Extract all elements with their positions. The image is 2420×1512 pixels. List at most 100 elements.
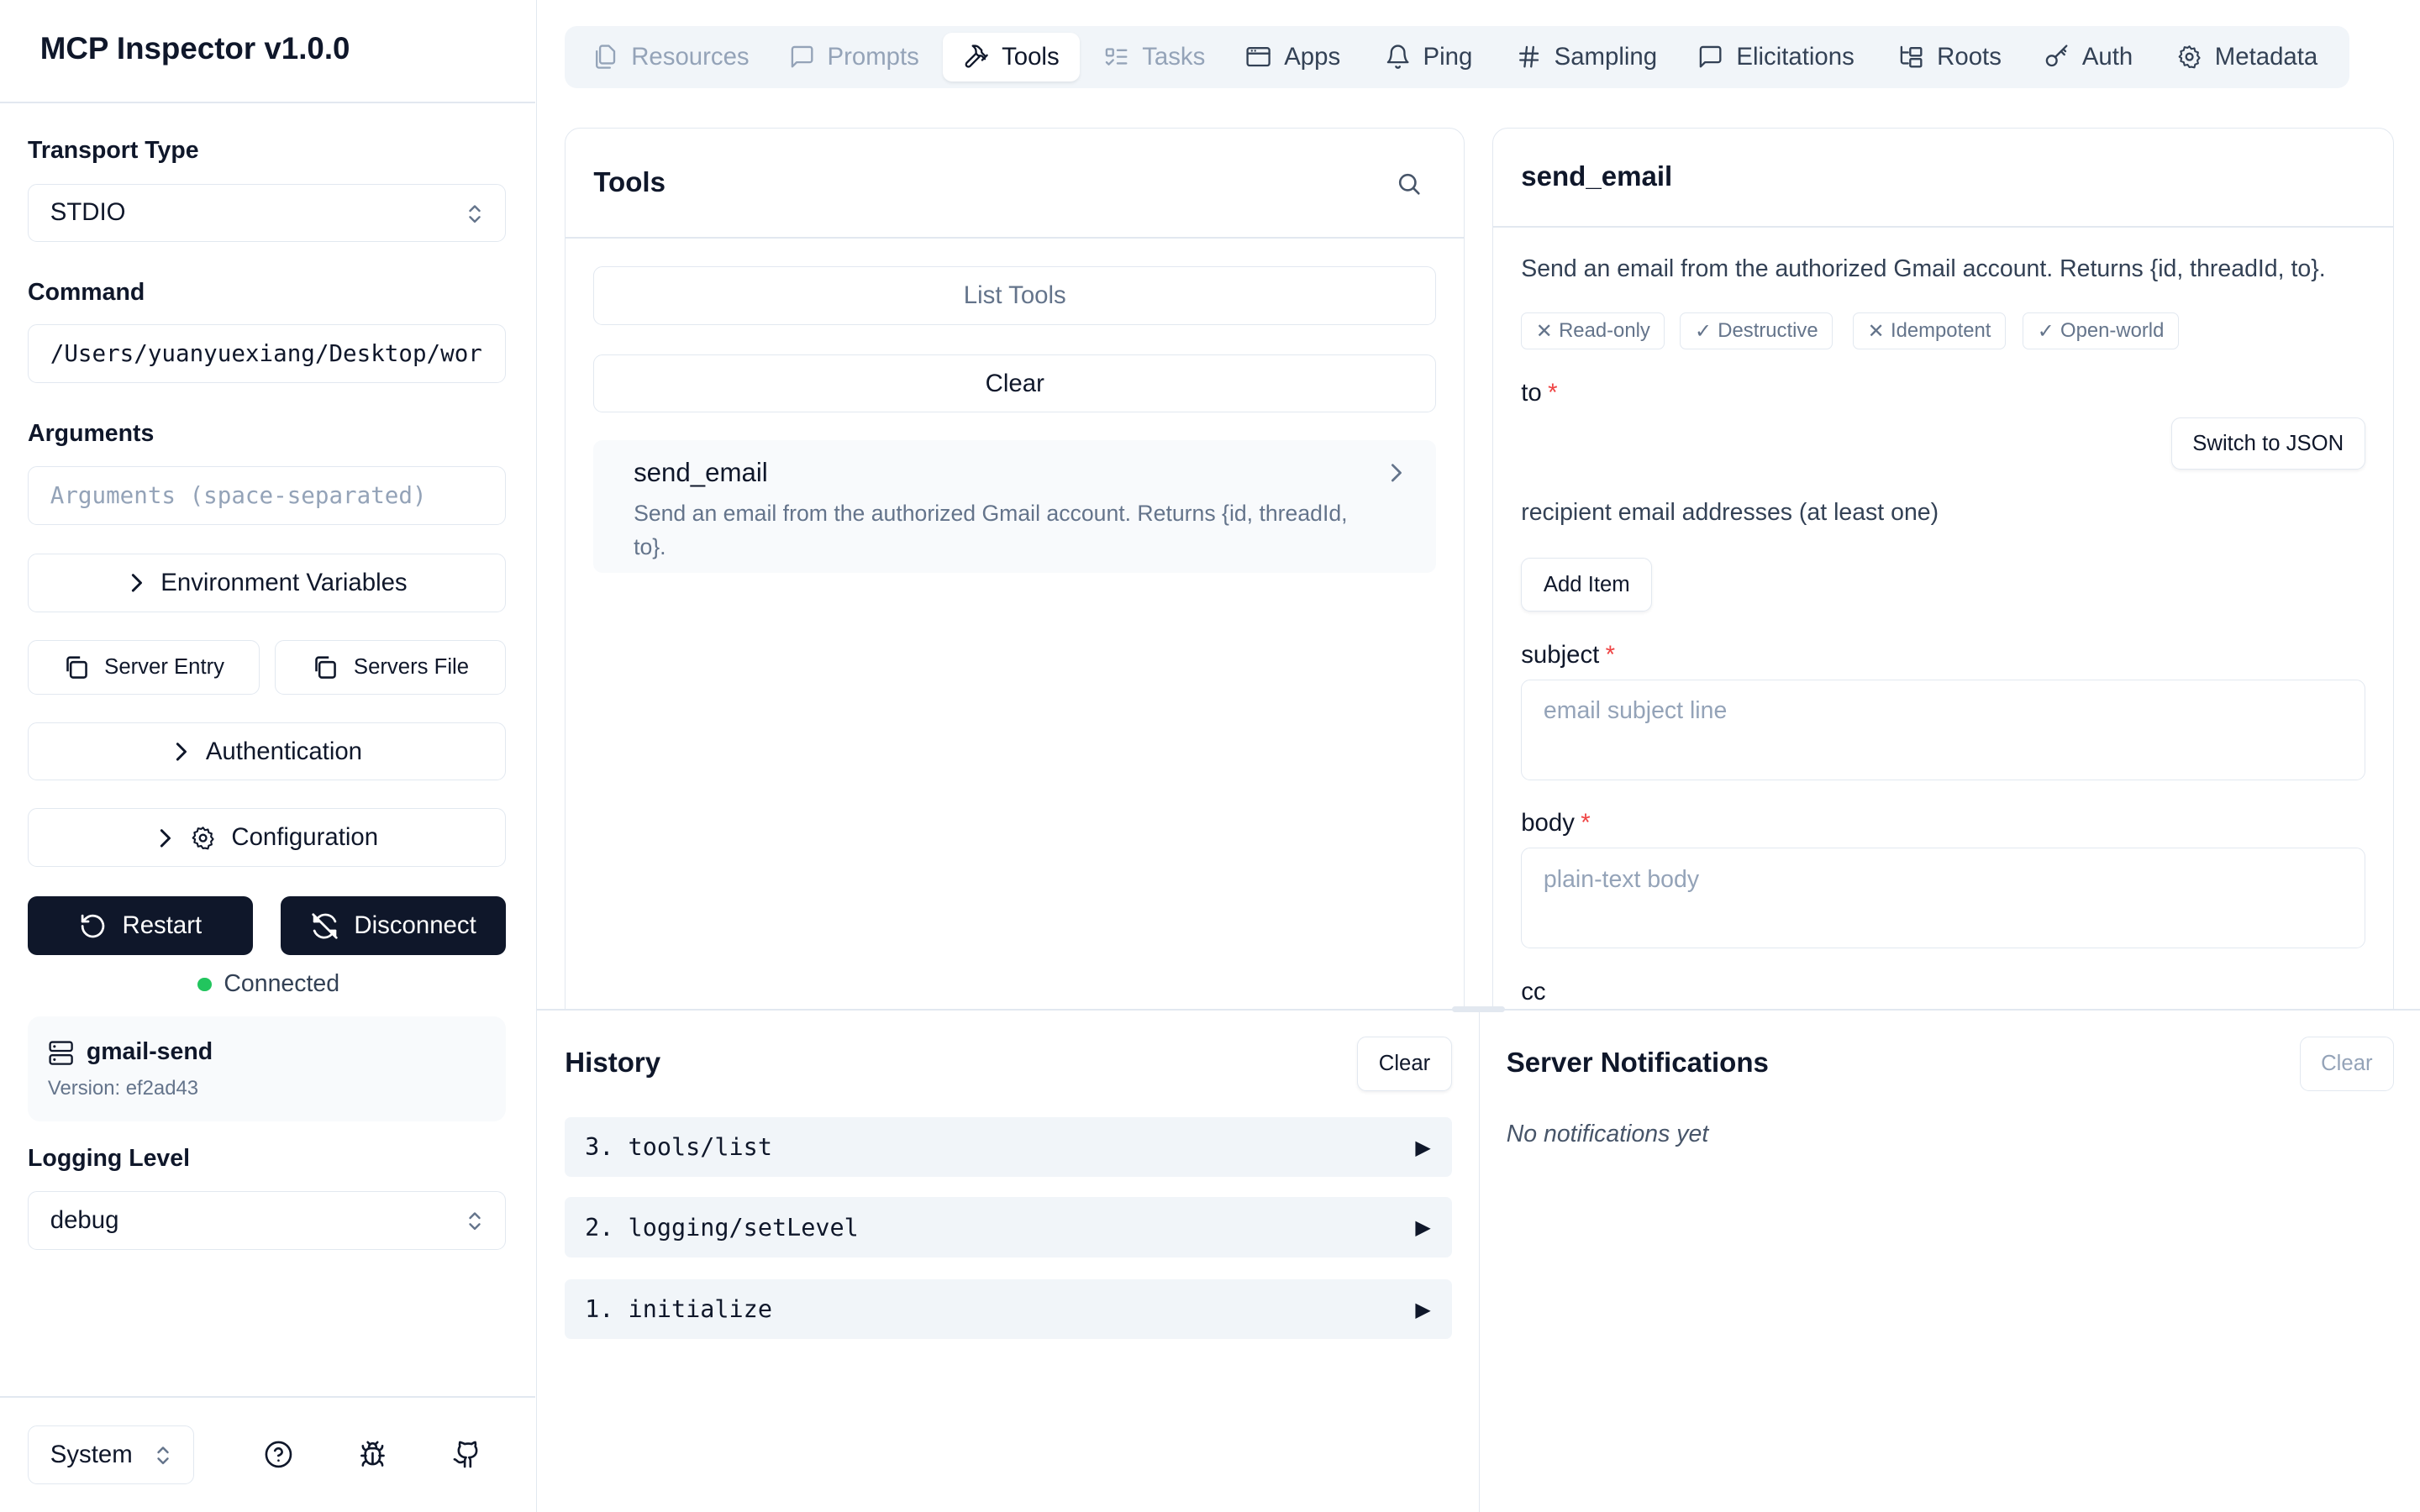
tool-list-item[interactable]: send_email Send an email from the author… [593, 440, 1437, 574]
hammer-icon [963, 44, 989, 70]
clear-history-label: Clear [1378, 1051, 1431, 1075]
tool-detail-panel: send_email Send an email from the author… [1492, 128, 2394, 1069]
tab-label: Tools [1002, 42, 1060, 71]
to-label-text: to [1521, 379, 1542, 407]
disconnect-button[interactable]: Disconnect [281, 896, 507, 955]
clear-tools-label: Clear [985, 369, 1044, 397]
tab-auth[interactable]: Auth [2023, 33, 2153, 82]
search-icon[interactable] [1396, 171, 1422, 197]
triangle-right-icon: ▶ [1415, 1135, 1431, 1159]
switch-to-json-label: Switch to JSON [2192, 431, 2344, 455]
message-square-icon [1697, 44, 1723, 70]
list-tools-button[interactable]: List Tools [593, 265, 1437, 325]
help-circle-icon[interactable] [264, 1440, 293, 1469]
history-item[interactable]: 2. logging/setLevel ▶ [565, 1197, 1453, 1257]
badge-mark: ✓ [2037, 319, 2054, 343]
required-mark: * [1581, 809, 1591, 837]
required-mark: * [1548, 379, 1558, 407]
server-info-card: gmail-send Version: ef2ad43 [28, 1016, 507, 1122]
list-tools-label: List Tools [963, 281, 1066, 309]
theme-select[interactable]: System [28, 1425, 195, 1484]
badge-label: Idempotent [1891, 319, 1991, 343]
refresh-off-icon [311, 912, 339, 940]
key-icon [2044, 44, 2070, 70]
history-item-label: 2. logging/setLevel [585, 1213, 859, 1242]
hash-icon [1516, 44, 1542, 70]
history-title: History [565, 1047, 661, 1079]
logging-level-label: Logging Level [28, 1144, 191, 1172]
notifications-empty-text: No notifications yet [1506, 1120, 1709, 1147]
tab-prompts[interactable]: Prompts [769, 33, 939, 82]
configuration-button[interactable]: Configuration [28, 808, 507, 868]
tab-label: Auth [2081, 42, 2133, 71]
add-item-button[interactable]: Add Item [1521, 558, 1653, 612]
badge-label: Destructive [1718, 319, 1818, 343]
environment-variables-button[interactable]: Environment Variables [28, 554, 507, 613]
server-entry-button[interactable]: Server Entry [28, 640, 260, 695]
tool-name: send_email [634, 457, 768, 487]
annotation-badge-open-world: ✓ Open-world [2023, 312, 2179, 350]
tab-apps[interactable]: Apps [1225, 33, 1360, 82]
copy-icon [312, 654, 338, 680]
list-todo-icon [1103, 44, 1129, 70]
add-item-label: Add Item [1543, 572, 1630, 596]
authentication-button[interactable]: Authentication [28, 722, 507, 781]
tab-metadata[interactable]: Metadata [2156, 33, 2338, 82]
github-icon[interactable] [452, 1440, 481, 1469]
to-field-label: to * [1521, 379, 1557, 407]
tab-label: Elicitations [1736, 42, 1854, 71]
body-textarea[interactable]: plain-text body [1521, 848, 2365, 948]
footer-divider [0, 1396, 536, 1399]
clear-notifications-button[interactable]: Clear [2299, 1037, 2394, 1091]
arguments-input[interactable]: Arguments (space-separated) [28, 465, 507, 525]
copy-icon [63, 654, 89, 680]
logging-level-select[interactable]: debug [28, 1191, 507, 1250]
panel-divider [566, 237, 1465, 239]
app-title: MCP Inspector v1.0.0 [39, 30, 350, 66]
chevrons-up-down-icon [466, 1209, 484, 1233]
tab-sampling[interactable]: Sampling [1496, 33, 1677, 82]
folder-tree-icon [1898, 44, 1924, 70]
tab-ping[interactable]: Ping [1365, 33, 1492, 82]
tab-roots[interactable]: Roots [1878, 33, 2021, 82]
tab-label: Sampling [1554, 42, 1658, 71]
subject-textarea[interactable]: email subject line [1521, 680, 2365, 780]
body-field-label: body * [1521, 809, 1590, 837]
tools-panel: Tools List Tools Clear send_email Send a… [565, 128, 1465, 1069]
server-entry-label: Server Entry [104, 654, 225, 679]
chevron-right-icon [127, 572, 145, 594]
message-square-icon [789, 44, 815, 70]
tool-detail-description: Send an email from the authorized Gmail … [1521, 255, 2326, 283]
command-input[interactable]: /Users/yuanyuexiang/Desktop/wor [28, 323, 507, 383]
chevron-right-icon [171, 741, 190, 763]
tab-resources[interactable]: Resources [572, 33, 769, 82]
tab-label: Roots [1937, 42, 2002, 71]
restart-button[interactable]: Restart [28, 896, 254, 955]
status-text: Connected [224, 970, 340, 998]
clear-history-button[interactable]: Clear [1356, 1037, 1453, 1091]
transport-type-select[interactable]: STDIO [28, 183, 507, 243]
tab-label: Ping [1423, 42, 1473, 71]
annotation-badge-read-only: ✕ Read-only [1521, 312, 1665, 350]
badge-label: Open-world [2060, 319, 2165, 343]
servers-file-button[interactable]: Servers File [274, 640, 507, 695]
theme-value: System [50, 1441, 133, 1469]
annotation-badge-idempotent: ✕ Idempotent [1853, 312, 2006, 350]
sidebar: MCP Inspector v1.0.0 Transport Type STDI… [0, 0, 538, 1512]
switch-to-json-button[interactable]: Switch to JSON [2170, 417, 2365, 470]
environment-variables-label: Environment Variables [160, 569, 408, 597]
tab-tasks[interactable]: Tasks [1083, 33, 1225, 82]
clear-tools-button[interactable]: Clear [593, 354, 1437, 413]
tab-elicitations[interactable]: Elicitations [1678, 33, 1875, 82]
tab-tools[interactable]: Tools [943, 32, 1080, 82]
connection-status: Connected [0, 970, 537, 998]
body-label-text: body [1521, 809, 1575, 837]
bug-icon[interactable] [358, 1440, 387, 1469]
tab-label: Tasks [1142, 42, 1206, 71]
history-item[interactable]: 1. initialize ▶ [565, 1278, 1453, 1340]
server-icon [48, 1040, 74, 1066]
logging-level-value: debug [50, 1205, 119, 1234]
tab-label: Prompts [827, 42, 919, 71]
history-item[interactable]: 3. tools/list ▶ [565, 1116, 1453, 1178]
chevrons-up-down-icon [466, 202, 484, 226]
